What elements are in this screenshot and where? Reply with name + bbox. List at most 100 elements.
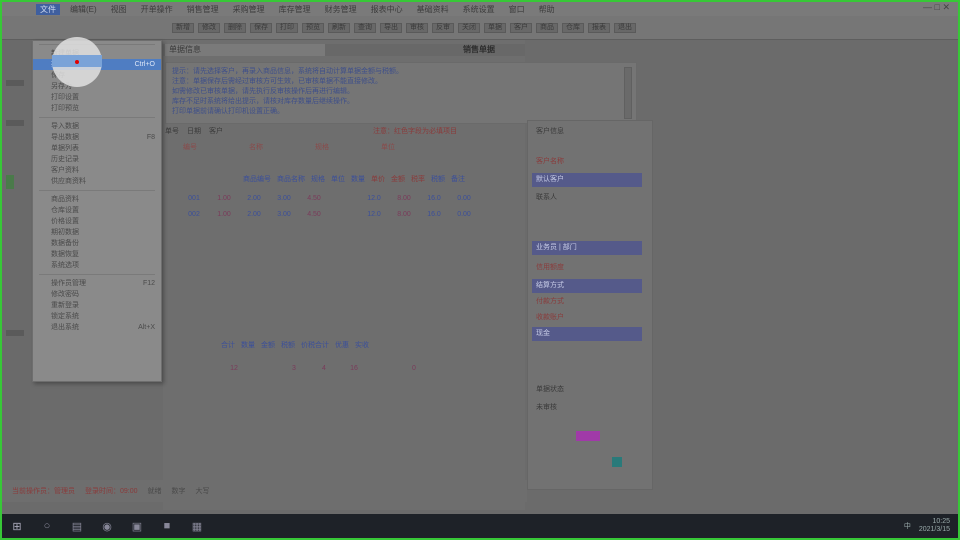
table-cell[interactable]: 12.0	[361, 195, 387, 202]
toolbar-button[interactable]: 保存	[250, 22, 272, 33]
menu-item[interactable]: 采购管理	[229, 4, 269, 15]
menu-item[interactable]: 重新登录	[33, 300, 161, 311]
column-header[interactable]: 单位	[331, 174, 345, 184]
column-header[interactable]: 商品编号	[243, 174, 271, 184]
field-value[interactable]: 结算方式	[532, 279, 642, 293]
app2-icon[interactable]: ■	[155, 516, 179, 536]
toolbar-button[interactable]: 新增	[172, 22, 194, 33]
toolbar-button[interactable]: 审核	[406, 22, 428, 33]
menu-item[interactable]: 数据恢复	[33, 249, 161, 260]
table-cell[interactable]: 1.00	[211, 211, 237, 218]
folder-icon[interactable]: ▤	[65, 516, 89, 536]
menu-item[interactable]: 另存为	[33, 81, 161, 92]
toolbar-button[interactable]: 打印	[276, 22, 298, 33]
toolbar-button[interactable]: 预览	[302, 22, 324, 33]
table-cell[interactable]: 12.0	[361, 211, 387, 218]
field-value[interactable]: 现金	[532, 327, 642, 341]
table-cell[interactable]: 1.00	[211, 195, 237, 202]
menu-item[interactable]: 打印预览	[33, 103, 161, 114]
menu-item-label: 打印设置	[51, 94, 79, 101]
toolbar-button[interactable]: 仓库	[562, 22, 584, 33]
table-cell[interactable]: 4.50	[301, 211, 327, 218]
column-header[interactable]: 金额	[391, 174, 405, 184]
column-header[interactable]: 单价	[371, 174, 385, 184]
menu-item[interactable]: 期初数据	[33, 227, 161, 238]
column-header[interactable]: 规格	[311, 174, 325, 184]
menu-item[interactable]: 报表中心	[367, 4, 407, 15]
menu-item[interactable]: 锁定系统	[33, 311, 161, 322]
menu-item[interactable]: 基础资料	[413, 4, 453, 15]
toolbar-button[interactable]: 报表	[588, 22, 610, 33]
start-icon[interactable]: ⊞	[5, 516, 29, 536]
toolbar-button[interactable]: 导出	[380, 22, 402, 33]
window-controls[interactable]: — □ ✕	[923, 2, 950, 13]
menu-item[interactable]: 数据备份	[33, 238, 161, 249]
toolbar-button[interactable]: 单据	[484, 22, 506, 33]
menu-item[interactable]: 销售管理	[183, 4, 223, 15]
browser-icon[interactable]: ◉	[95, 516, 119, 536]
menu-item[interactable]: 客户资料	[33, 165, 161, 176]
menu-item[interactable]: 仓库设置	[33, 205, 161, 216]
app3-icon[interactable]: ▦	[185, 516, 209, 536]
column-header[interactable]: 税额	[431, 174, 445, 184]
column-header[interactable]: 数量	[351, 174, 365, 184]
menu-item[interactable]: 供应商资料	[33, 176, 161, 187]
menu-item[interactable]: 修改密码	[33, 289, 161, 300]
table-cell[interactable]: 8.00	[391, 211, 417, 218]
toolbar-button[interactable]: 刷新	[328, 22, 350, 33]
table-cell[interactable]: 0.00	[451, 211, 477, 218]
table-cell[interactable]: 002	[181, 211, 207, 218]
toolbar-button[interactable]: 修改	[198, 22, 220, 33]
ime-indicator[interactable]: 中	[904, 521, 911, 531]
table-cell[interactable]: 0.00	[451, 195, 477, 202]
menu-item[interactable]: 单据列表	[33, 143, 161, 154]
table-cell[interactable]: 001	[181, 195, 207, 202]
menu-item[interactable]: 库存管理	[275, 4, 315, 15]
search-icon[interactable]: ○	[35, 516, 59, 536]
menu-item[interactable]: 退出系统 Alt+X	[33, 322, 161, 333]
status-badge[interactable]	[576, 431, 600, 441]
menu-item[interactable]: 帮助	[535, 4, 559, 15]
menu-item[interactable]: 系统设置	[459, 4, 499, 15]
toolbar-button[interactable]: 退出	[614, 22, 636, 33]
table-cell[interactable]: 16.0	[421, 211, 447, 218]
menu-item[interactable]: 开单操作	[137, 4, 177, 15]
menu-item[interactable]: 视图	[107, 4, 131, 15]
notice-scrollbar[interactable]	[624, 67, 632, 119]
menu-item[interactable]: 导入数据	[33, 121, 161, 132]
table-cell[interactable]: 16.0	[421, 195, 447, 202]
app-icon[interactable]	[612, 457, 622, 467]
field-value[interactable]: 默认客户	[532, 173, 642, 187]
table-cell[interactable]: 2.00	[241, 195, 267, 202]
menu-item[interactable]: 导出数据 F8	[33, 132, 161, 143]
column-header[interactable]: 税率	[411, 174, 425, 184]
menu-item[interactable]: 打印设置	[33, 92, 161, 103]
toolbar-button[interactable]: 查询	[354, 22, 376, 33]
clock[interactable]: 10:25 2021/3/15	[919, 518, 950, 534]
toolbar-button[interactable]: 商品	[536, 22, 558, 33]
toolbar-button[interactable]: 反审	[432, 22, 454, 33]
menu-item[interactable]: 历史记录	[33, 154, 161, 165]
toolbar-button[interactable]: 删除	[224, 22, 246, 33]
menu-item[interactable]: 文件	[36, 3, 60, 15]
menu-item[interactable]: 财务管理	[321, 4, 361, 15]
column-header[interactable]: 备注	[451, 174, 465, 184]
toolbar-button[interactable]: 客户	[510, 22, 532, 33]
field-label: 联系人	[536, 194, 557, 201]
table-cell[interactable]: 3.00	[271, 211, 297, 218]
table-cell[interactable]: 4.50	[301, 195, 327, 202]
app-icon[interactable]: ▣	[125, 516, 149, 536]
menu-item[interactable]: 商品资料	[33, 194, 161, 205]
menu-item[interactable]: 编辑(E)	[66, 4, 101, 15]
field-value[interactable]: 业务员 | 部门	[532, 241, 642, 255]
menu-item-label: 操作员管理	[51, 280, 86, 287]
menu-item[interactable]: 窗口	[505, 4, 529, 15]
menu-item[interactable]: 系统选项	[33, 260, 161, 271]
table-cell[interactable]: 2.00	[241, 211, 267, 218]
toolbar-button[interactable]: 关闭	[458, 22, 480, 33]
column-header[interactable]: 商品名称	[277, 174, 305, 184]
table-cell[interactable]: 8.00	[391, 195, 417, 202]
menu-item[interactable]: 操作员管理 F12	[33, 278, 161, 289]
menu-item[interactable]: 价格设置	[33, 216, 161, 227]
table-cell[interactable]: 3.00	[271, 195, 297, 202]
